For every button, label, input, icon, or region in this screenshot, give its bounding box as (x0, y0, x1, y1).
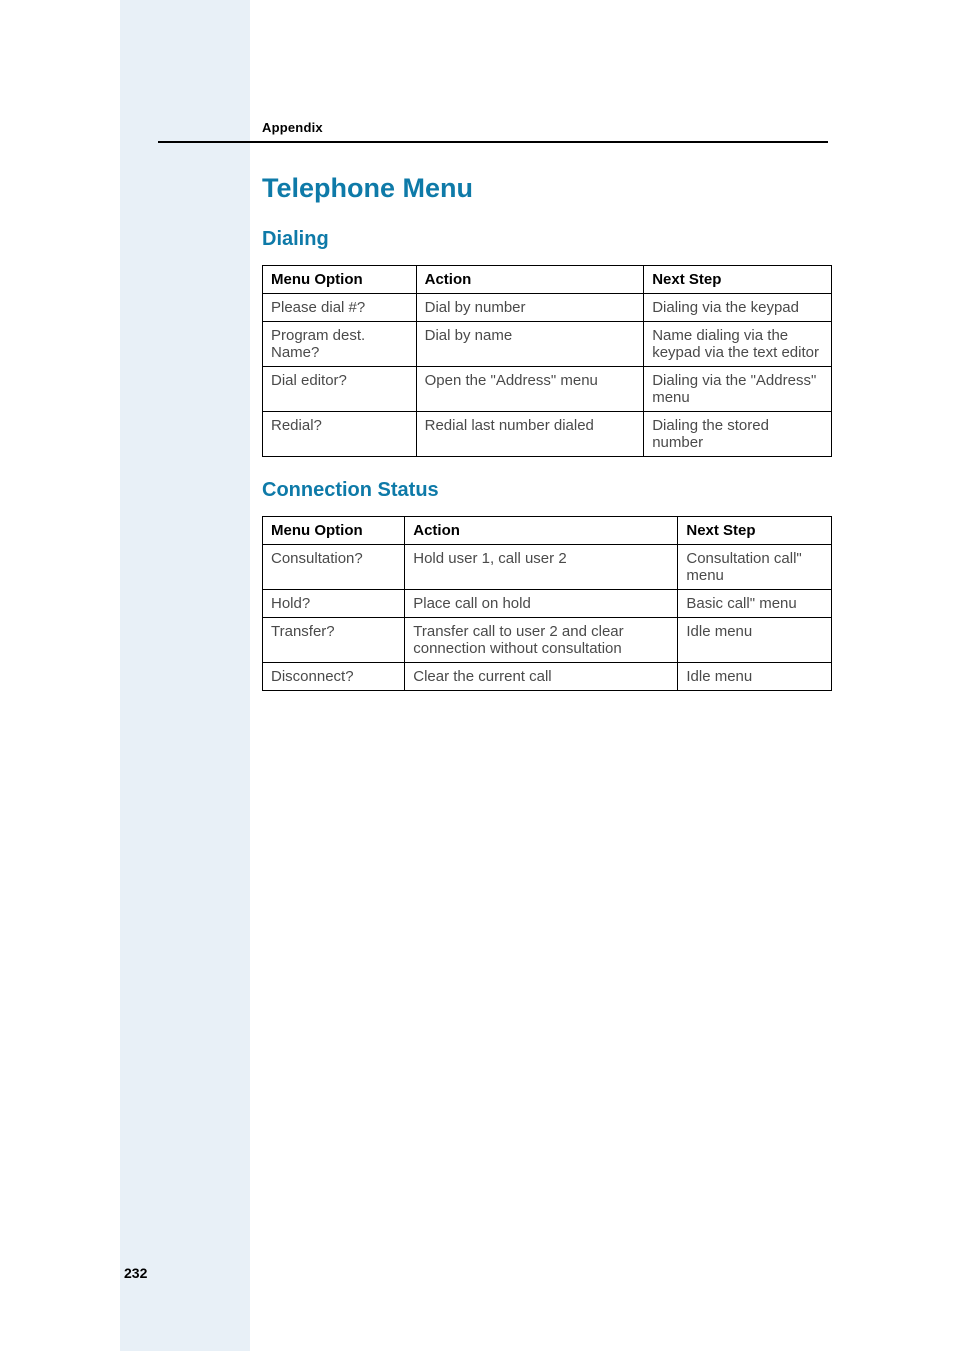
table-row: Please dial #? Dial by number Dialing vi… (263, 294, 832, 322)
page-title: Telephone Menu (262, 173, 832, 204)
cell-menu-option: Program dest. Name? (263, 322, 417, 367)
table-row: Hold? Place call on hold Basic call" men… (263, 590, 832, 618)
cell-next-step: Dialing via the keypad (644, 294, 832, 322)
cell-menu-option: Hold? (263, 590, 405, 618)
table-row: Consultation? Hold user 1, call user 2 C… (263, 545, 832, 590)
cell-action: Dial by name (416, 322, 644, 367)
cell-menu-option: Please dial #? (263, 294, 417, 322)
horizontal-rule (158, 141, 828, 143)
table-row: Transfer? Transfer call to user 2 and cl… (263, 618, 832, 663)
cell-next-step: Name dialing via the keypad via the text… (644, 322, 832, 367)
left-sidebar (120, 0, 250, 1351)
cell-next-step: Basic call" menu (678, 590, 832, 618)
cell-menu-option: Transfer? (263, 618, 405, 663)
page-number: 232 (124, 1265, 147, 1281)
col-header-next-step: Next Step (644, 266, 832, 294)
col-header-action: Action (416, 266, 644, 294)
cell-menu-option: Disconnect? (263, 663, 405, 691)
col-header-action: Action (405, 517, 678, 545)
cell-next-step: Idle menu (678, 618, 832, 663)
table-row: Program dest. Name? Dial by name Name di… (263, 322, 832, 367)
cell-action: Open the "Address" menu (416, 367, 644, 412)
dialing-heading: Dialing (262, 228, 832, 251)
cell-action: Transfer call to user 2 and clear connec… (405, 618, 678, 663)
cell-menu-option: Redial? (263, 412, 417, 457)
dialing-table: Menu Option Action Next Step Please dial… (262, 265, 832, 457)
col-header-next-step: Next Step (678, 517, 832, 545)
cell-next-step: Dialing the stored number (644, 412, 832, 457)
table-header-row: Menu Option Action Next Step (263, 266, 832, 294)
cell-next-step: Dialing via the "Address" menu (644, 367, 832, 412)
table-header-row: Menu Option Action Next Step (263, 517, 832, 545)
col-header-menu-option: Menu Option (263, 517, 405, 545)
cell-action: Hold user 1, call user 2 (405, 545, 678, 590)
page: Appendix Telephone Menu Dialing Menu Opt… (0, 0, 954, 1351)
table-row: Redial? Redial last number dialed Dialin… (263, 412, 832, 457)
cell-menu-option: Dial editor? (263, 367, 417, 412)
cell-action: Dial by number (416, 294, 644, 322)
cell-action: Clear the current call (405, 663, 678, 691)
cell-next-step: Consultation call" menu (678, 545, 832, 590)
cell-action: Place call on hold (405, 590, 678, 618)
appendix-label: Appendix (262, 120, 832, 141)
col-header-menu-option: Menu Option (263, 266, 417, 294)
content-area: Appendix Telephone Menu Dialing Menu Opt… (262, 120, 832, 691)
table-row: Dial editor? Open the "Address" menu Dia… (263, 367, 832, 412)
table-row: Disconnect? Clear the current call Idle … (263, 663, 832, 691)
cell-menu-option: Consultation? (263, 545, 405, 590)
connection-status-table: Menu Option Action Next Step Consultatio… (262, 516, 832, 691)
cell-action: Redial last number dialed (416, 412, 644, 457)
cell-next-step: Idle menu (678, 663, 832, 691)
connection-status-heading: Connection Status (262, 479, 832, 502)
